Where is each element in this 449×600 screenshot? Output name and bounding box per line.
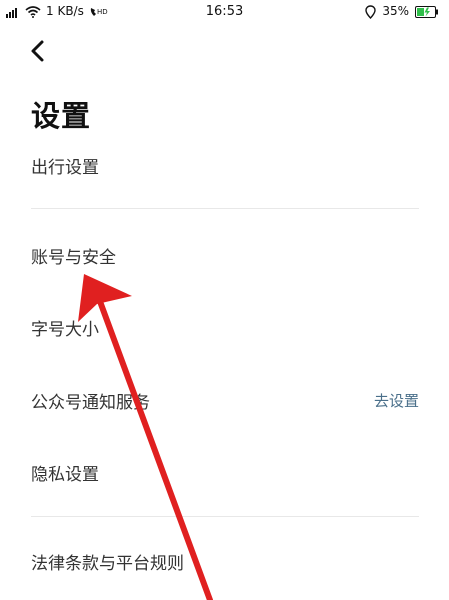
settings-list: 出行设置 账号与安全 字号大小 公众号通知服务 去设置 隐私设置 法律条款与平台… [0, 0, 449, 600]
official-account-setup-link[interactable]: 去设置 [374, 390, 419, 411]
divider [31, 516, 419, 517]
setting-font-size-label: 字号大小 [31, 319, 99, 340]
setting-privacy[interactable]: 隐私设置 [31, 454, 419, 490]
setting-official-account[interactable]: 公众号通知服务 去设置 [31, 382, 419, 418]
setting-privacy-label: 隐私设置 [31, 464, 99, 485]
setting-travel-label: 出行设置 [31, 157, 99, 178]
setting-legal-label: 法律条款与平台规则 [31, 553, 184, 574]
setting-legal[interactable]: 法律条款与平台规则 [31, 543, 419, 579]
setting-official-account-label: 公众号通知服务 [31, 392, 150, 413]
setting-travel[interactable]: 出行设置 [31, 147, 419, 183]
divider [31, 208, 419, 209]
setting-account-security-label: 账号与安全 [31, 247, 116, 268]
setting-font-size[interactable]: 字号大小 [31, 309, 419, 345]
setting-account-security[interactable]: 账号与安全 [31, 237, 419, 273]
